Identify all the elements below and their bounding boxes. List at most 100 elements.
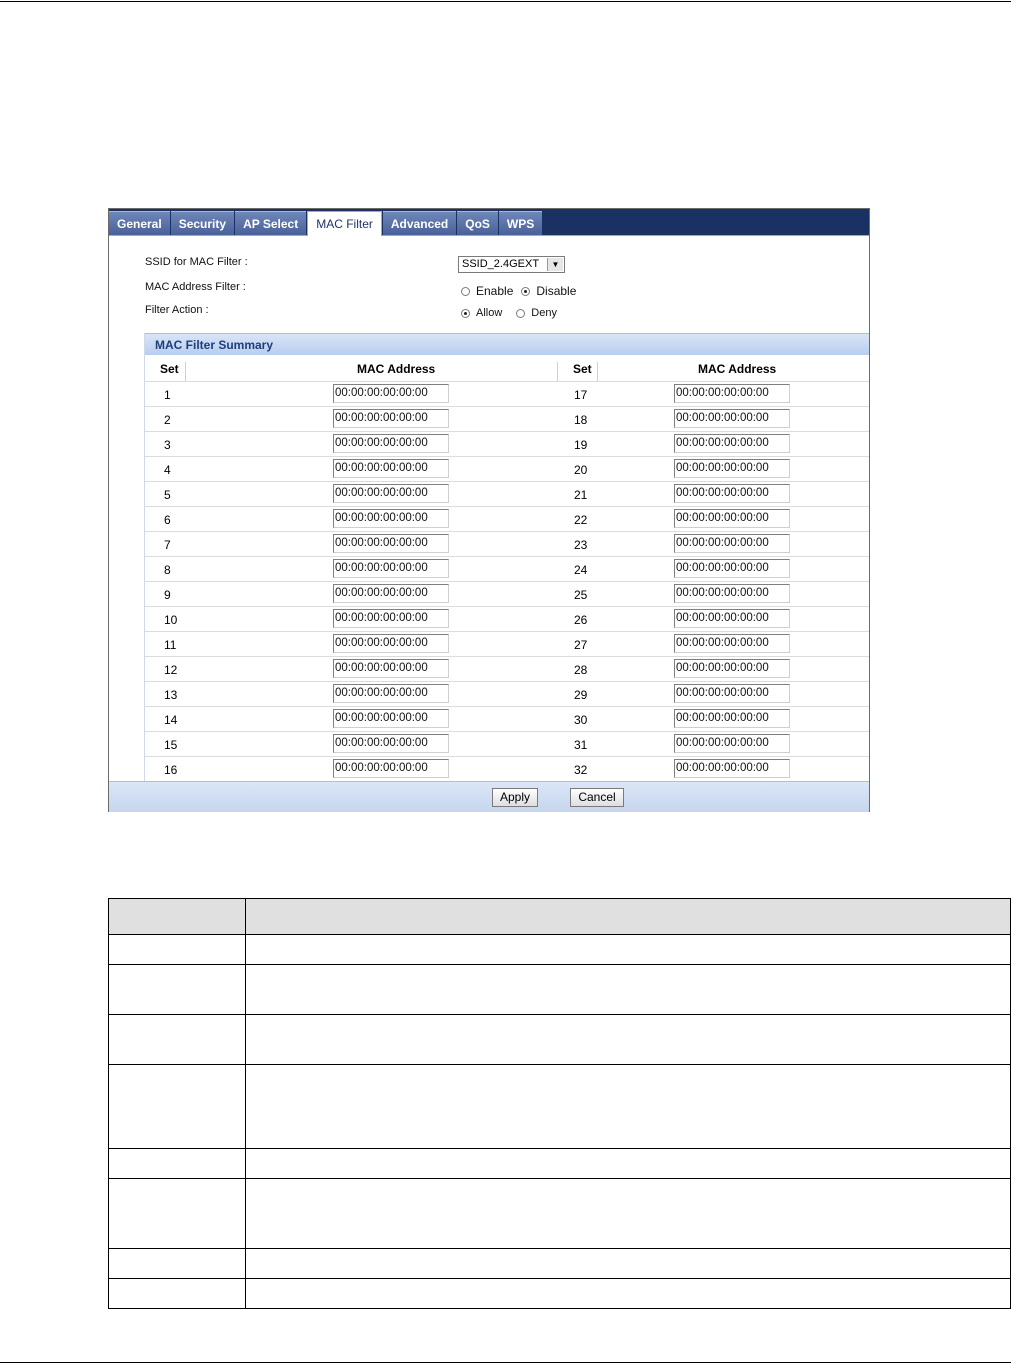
mac-address-input[interactable]: 00:00:00:00:00:00 xyxy=(674,509,790,528)
set-number: 16 xyxy=(164,763,178,777)
mac-address-input[interactable]: 00:00:00:00:00:00 xyxy=(333,484,449,503)
desc-cell xyxy=(245,1014,1011,1065)
mac-address-input[interactable]: 00:00:00:00:00:00 xyxy=(333,734,449,753)
apply-button[interactable]: Apply xyxy=(492,788,538,807)
set-number: 10 xyxy=(164,613,178,627)
set-number: 9 xyxy=(164,588,171,602)
mac-address-input[interactable]: 00:00:00:00:00:00 xyxy=(674,484,790,503)
tab-qos[interactable]: QoS xyxy=(457,211,498,235)
tab-wps[interactable]: WPS xyxy=(498,211,543,235)
enable-radio[interactable] xyxy=(461,286,470,296)
column-divider xyxy=(557,362,558,382)
page-top-rule xyxy=(0,1,1011,2)
table-row: 12 00:00:00:00:00:00 28 00:00:00:00:00:00 xyxy=(145,656,869,682)
desc-cell xyxy=(108,1064,246,1149)
desc-cell xyxy=(245,964,1011,1015)
desc-cell xyxy=(245,1148,1011,1179)
tab-mac-filter[interactable]: MAC Filter xyxy=(307,211,382,236)
desc-cell xyxy=(245,1278,1011,1309)
filter-action-radio-group: Allow Deny xyxy=(461,307,565,319)
set-number: 29 xyxy=(574,688,588,702)
mac-address-input[interactable]: 00:00:00:00:00:00 xyxy=(333,759,449,778)
mac-address-input[interactable]: 00:00:00:00:00:00 xyxy=(674,409,790,428)
description-table xyxy=(108,898,1011,1309)
mac-address-input[interactable]: 00:00:00:00:00:00 xyxy=(674,384,790,403)
table-row: 10 00:00:00:00:00:00 26 00:00:00:00:00:00 xyxy=(145,606,869,632)
tab-ap-select[interactable]: AP Select xyxy=(235,211,307,235)
mac-address-input[interactable]: 00:00:00:00:00:00 xyxy=(333,709,449,728)
set-number: 13 xyxy=(164,688,178,702)
mac-address-input[interactable]: 00:00:00:00:00:00 xyxy=(333,434,449,453)
set-number: 31 xyxy=(574,738,588,752)
desc-cell xyxy=(108,1148,246,1179)
desc-cell xyxy=(108,1014,246,1065)
mac-address-input[interactable]: 00:00:00:00:00:00 xyxy=(333,659,449,678)
mac-address-input[interactable]: 00:00:00:00:00:00 xyxy=(674,759,790,778)
mac-address-input[interactable]: 00:00:00:00:00:00 xyxy=(674,684,790,703)
tab-general[interactable]: General xyxy=(109,211,170,235)
set-number: 18 xyxy=(574,413,588,427)
set-number: 2 xyxy=(164,413,171,427)
mac-address-input[interactable]: 00:00:00:00:00:00 xyxy=(333,509,449,528)
table-row: 5 00:00:00:00:00:00 21 00:00:00:00:00:00 xyxy=(145,481,869,507)
col-set-right: Set xyxy=(573,362,592,376)
table-row: 7 00:00:00:00:00:00 23 00:00:00:00:00:00 xyxy=(145,531,869,557)
mac-address-input[interactable]: 00:00:00:00:00:00 xyxy=(333,534,449,553)
set-number: 20 xyxy=(574,463,588,477)
desc-cell xyxy=(108,1248,246,1279)
mac-address-input[interactable]: 00:00:00:00:00:00 xyxy=(333,384,449,403)
desc-cell xyxy=(108,964,246,1015)
tab-advanced[interactable]: Advanced xyxy=(382,211,457,235)
desc-header-label xyxy=(108,898,246,935)
ssid-select-value: SSID_2.4GEXT xyxy=(462,258,540,270)
desc-cell xyxy=(108,1178,246,1249)
mac-address-input[interactable]: 00:00:00:00:00:00 xyxy=(674,559,790,578)
table-row: 13 00:00:00:00:00:00 29 00:00:00:00:00:00 xyxy=(145,681,869,707)
desc-cell xyxy=(108,1278,246,1309)
mac-address-input[interactable]: 00:00:00:00:00:00 xyxy=(674,709,790,728)
set-number: 28 xyxy=(574,663,588,677)
set-number: 22 xyxy=(574,513,588,527)
table-row: 4 00:00:00:00:00:00 20 00:00:00:00:00:00 xyxy=(145,456,869,482)
mac-filter-radio-group: Enable Disable xyxy=(461,284,584,298)
mac-address-input[interactable]: 00:00:00:00:00:00 xyxy=(333,684,449,703)
set-number: 25 xyxy=(574,588,588,602)
tab-security[interactable]: Security xyxy=(170,211,235,235)
ssid-select[interactable]: SSID_2.4GEXT ▼ xyxy=(458,256,565,273)
table-row: 8 00:00:00:00:00:00 24 00:00:00:00:00:00 xyxy=(145,556,869,582)
set-number: 11 xyxy=(164,638,177,652)
set-number: 12 xyxy=(164,663,178,677)
set-number: 14 xyxy=(164,713,178,727)
filter-action-label: Filter Action : xyxy=(145,304,209,316)
table-row: 14 00:00:00:00:00:00 30 00:00:00:00:00:00 xyxy=(145,706,869,732)
chevron-down-icon[interactable]: ▼ xyxy=(547,258,563,271)
mac-address-input[interactable]: 00:00:00:00:00:00 xyxy=(333,459,449,478)
mac-address-input[interactable]: 00:00:00:00:00:00 xyxy=(674,584,790,603)
set-number: 32 xyxy=(574,763,588,777)
mac-address-input[interactable]: 00:00:00:00:00:00 xyxy=(674,609,790,628)
deny-radio[interactable] xyxy=(516,308,526,318)
mac-address-input[interactable]: 00:00:00:00:00:00 xyxy=(674,734,790,753)
column-divider xyxy=(597,362,598,382)
mac-address-input[interactable]: 00:00:00:00:00:00 xyxy=(674,459,790,478)
allow-radio[interactable] xyxy=(461,308,470,318)
mac-address-input[interactable]: 00:00:00:00:00:00 xyxy=(674,534,790,553)
mac-address-input[interactable]: 00:00:00:00:00:00 xyxy=(674,634,790,653)
mac-address-input[interactable]: 00:00:00:00:00:00 xyxy=(333,584,449,603)
mac-address-input[interactable]: 00:00:00:00:00:00 xyxy=(333,609,449,628)
mac-address-input[interactable]: 00:00:00:00:00:00 xyxy=(333,559,449,578)
ssid-label: SSID for MAC Filter : xyxy=(145,256,248,268)
mac-address-input[interactable]: 00:00:00:00:00:00 xyxy=(674,434,790,453)
column-divider xyxy=(185,362,186,382)
disable-radio[interactable] xyxy=(521,286,531,296)
desc-cell xyxy=(245,1064,1011,1149)
mac-address-input[interactable]: 00:00:00:00:00:00 xyxy=(674,659,790,678)
mac-address-input[interactable]: 00:00:00:00:00:00 xyxy=(333,634,449,653)
mac-address-input[interactable]: 00:00:00:00:00:00 xyxy=(333,409,449,428)
page-bottom-rule xyxy=(0,1362,1011,1363)
set-number: 15 xyxy=(164,738,178,752)
disable-label: Disable xyxy=(536,284,577,298)
col-mac-left: MAC Address xyxy=(357,362,436,376)
cancel-button[interactable]: Cancel xyxy=(570,788,624,807)
table-row: 15 00:00:00:00:00:00 31 00:00:00:00:00:00 xyxy=(145,731,869,757)
